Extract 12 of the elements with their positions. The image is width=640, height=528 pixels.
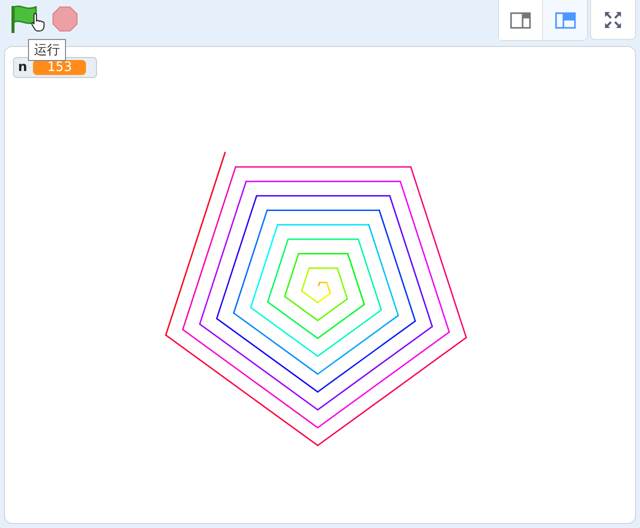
fullscreen-button[interactable] [590,0,636,40]
variable-value: 153 [33,60,86,75]
fullscreen-icon [604,10,622,28]
small-layout-icon [510,12,531,28]
tooltip: 运行 [28,39,66,61]
flag-icon[interactable] [10,4,38,34]
hand-cursor-icon [30,12,46,32]
large-stage-button[interactable] [543,0,587,40]
small-stage-button[interactable] [499,0,543,40]
variable-name: n [18,60,28,75]
large-layout-icon [554,12,576,28]
stop-icon[interactable] [52,6,78,32]
